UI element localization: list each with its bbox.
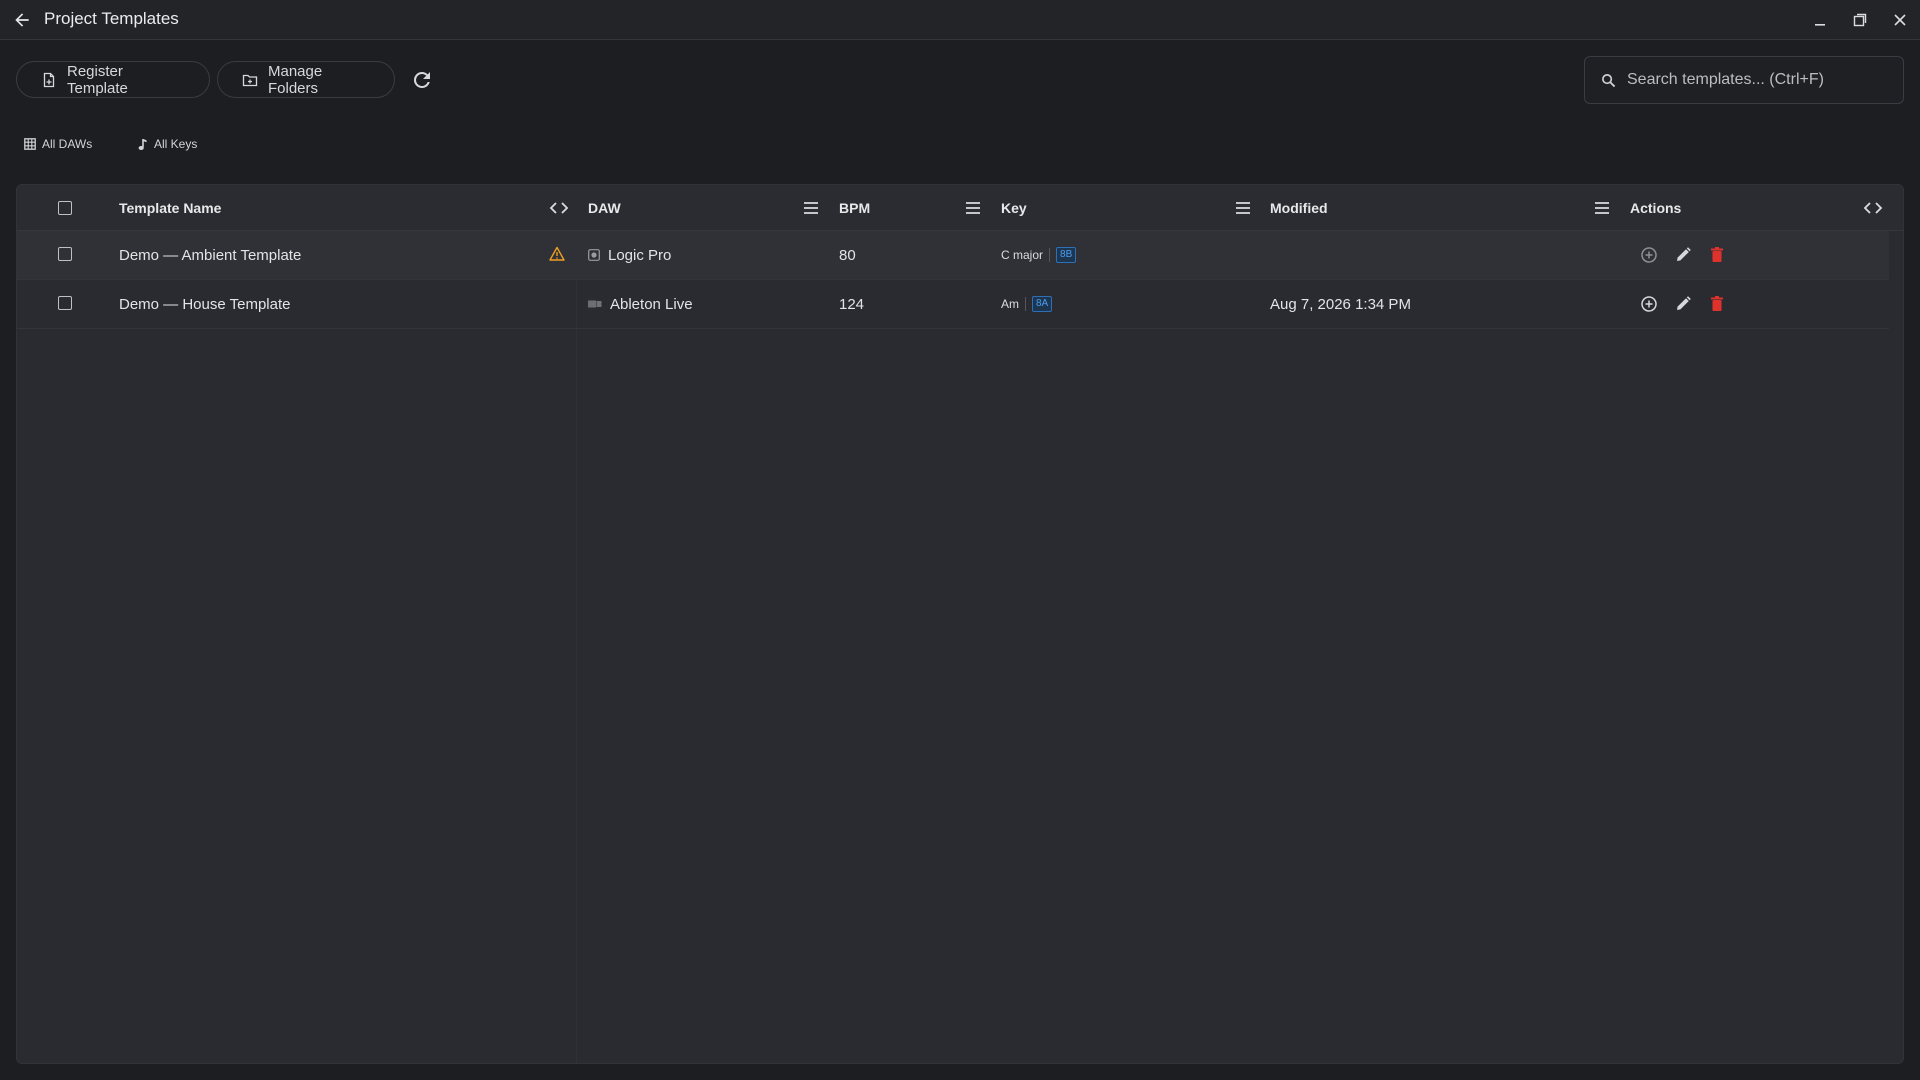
modified-value: Aug 7, 2026 1:34 PM <box>1270 295 1411 313</box>
keys-filter[interactable]: All Keys <box>138 137 197 151</box>
daw-name: Ableton Live <box>610 295 693 313</box>
column-header-bpm[interactable]: BPM <box>839 185 870 231</box>
key-separator <box>1025 297 1026 311</box>
keys-filter-label: All Keys <box>154 137 198 151</box>
close-icon[interactable] <box>1888 8 1912 32</box>
table-row[interactable]: Demo — Ambient Template Logic Pro 80 C m… <box>17 231 1889 280</box>
back-arrow-icon[interactable] <box>12 10 32 30</box>
template-name: Demo — House Template <box>119 295 291 313</box>
column-menu-icon[interactable] <box>1592 198 1612 218</box>
table-row[interactable]: Demo — House Template Ableton Live 124 A… <box>17 280 1889 329</box>
music-note-icon <box>138 138 148 151</box>
key-cell: Am 8A <box>1001 280 1053 328</box>
key-separator <box>1049 248 1051 262</box>
window-title: Project Templates <box>44 9 179 28</box>
daw-name: Logic Pro <box>608 246 672 264</box>
maximize-icon[interactable] <box>1848 8 1872 32</box>
expand-column-icon[interactable] <box>549 198 569 218</box>
daw-filter-label: All DAWs <box>42 137 93 151</box>
search-input[interactable] <box>1627 57 1897 103</box>
bpm-value: 80 <box>839 246 856 264</box>
column-header-daw[interactable]: DAW <box>588 185 621 231</box>
column-menu-icon[interactable] <box>1233 198 1253 218</box>
expand-column-icon[interactable] <box>1863 198 1883 218</box>
column-header-template-name[interactable]: Template Name <box>119 185 221 231</box>
table-header: Template Name DAW BPM Key Modified Actio… <box>17 185 1903 231</box>
column-menu-icon[interactable] <box>963 198 983 218</box>
key-value: Am <box>1001 297 1019 311</box>
edit-pencil-icon[interactable] <box>1673 294 1693 314</box>
manage-folders-label: Manage Folders <box>268 62 323 97</box>
search-box[interactable] <box>1584 56 1904 104</box>
column-divider <box>576 231 577 1063</box>
row-checkbox[interactable] <box>58 247 72 261</box>
register-template-button[interactable]: Register Template <box>16 61 210 98</box>
template-name: Demo — Ambient Template <box>119 246 302 264</box>
column-header-modified[interactable]: Modified <box>1270 185 1328 231</box>
minimize-icon[interactable] <box>1808 8 1832 32</box>
key-cell: C major 8B <box>1001 231 1077 279</box>
delete-trash-icon[interactable] <box>1707 245 1727 265</box>
key-value: C major <box>1001 248 1044 262</box>
folder-icon <box>242 72 258 88</box>
bpm-value: 124 <box>839 295 865 313</box>
logic-pro-icon <box>588 249 600 261</box>
column-header-actions: Actions <box>1630 200 1682 216</box>
row-checkbox[interactable] <box>58 296 72 310</box>
search-icon <box>1601 73 1616 88</box>
refresh-icon[interactable] <box>410 68 434 92</box>
manage-folders-button[interactable]: Manage Folders <box>217 61 395 98</box>
add-circle-icon[interactable] <box>1639 245 1659 265</box>
daw-cell: Ableton Live <box>588 280 693 328</box>
camelot-badge: 8A <box>1032 296 1053 312</box>
edit-pencil-icon[interactable] <box>1673 245 1693 265</box>
file-add-icon <box>41 72 57 88</box>
delete-trash-icon[interactable] <box>1707 294 1727 314</box>
register-template-label: Register Template <box>67 62 128 97</box>
title-bar: Project Templates <box>0 0 1920 40</box>
add-circle-icon[interactable] <box>1639 294 1659 314</box>
select-all-checkbox[interactable] <box>58 201 72 215</box>
camelot-badge: 8B <box>1056 247 1077 263</box>
warning-icon <box>549 246 569 266</box>
daw-cell: Logic Pro <box>588 231 671 279</box>
ableton-live-icon <box>588 299 602 309</box>
column-menu-icon[interactable] <box>801 198 821 218</box>
daw-filter[interactable]: All DAWs <box>24 137 92 151</box>
templates-table: Template Name DAW BPM Key Modified Actio… <box>16 184 1904 1064</box>
grid-icon <box>24 138 36 150</box>
column-header-key[interactable]: Key <box>1001 185 1027 231</box>
